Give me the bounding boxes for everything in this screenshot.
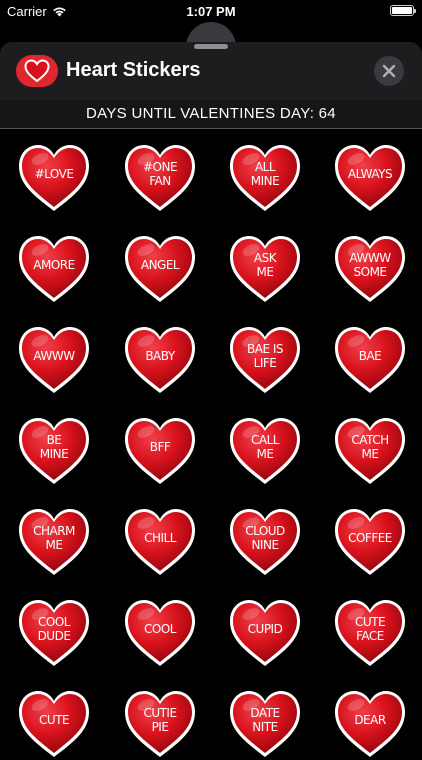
heart-sticker-label: CUPID bbox=[247, 622, 283, 636]
heart-sticker-label: ALL MINE bbox=[250, 160, 280, 188]
heart-sticker-label: ASK ME bbox=[253, 251, 277, 279]
status-bar: Carrier 1:07 PM bbox=[0, 0, 422, 24]
heart-sticker[interactable]: CUTE FACE bbox=[332, 597, 408, 669]
heart-sticker[interactable]: CUTE bbox=[16, 688, 92, 760]
heart-sticker-label: ANGEL bbox=[140, 258, 180, 272]
page-title: Heart Stickers bbox=[66, 59, 201, 81]
heart-sticker-label: CATCH ME bbox=[351, 433, 389, 461]
sheet-header: Heart Stickers bbox=[0, 42, 422, 101]
heart-sticker-label: COFFEE bbox=[348, 531, 392, 545]
heart-sticker-label: #ONE FAN bbox=[142, 160, 178, 188]
heart-sticker-label: BAE IS LIFE bbox=[247, 342, 284, 370]
heart-sticker[interactable]: BAE bbox=[332, 324, 408, 396]
heart-sticker[interactable]: CUPID bbox=[227, 597, 303, 669]
heart-sticker[interactable]: #LOVE bbox=[16, 142, 92, 214]
close-button[interactable] bbox=[374, 56, 404, 86]
heart-sticker[interactable]: AWWW SOME bbox=[332, 233, 408, 305]
heart-sticker[interactable]: AMORE bbox=[16, 233, 92, 305]
heart-sticker[interactable]: CATCH ME bbox=[332, 415, 408, 487]
heart-sticker[interactable]: DEAR bbox=[332, 688, 408, 760]
heart-sticker-label: AMORE bbox=[33, 258, 75, 272]
heart-sticker[interactable]: ALL MINE bbox=[227, 142, 303, 214]
heart-sticker-label: CALL ME bbox=[251, 433, 279, 461]
heart-sticker-label: BAE bbox=[358, 349, 382, 363]
heart-sticker[interactable]: CLOUD NINE bbox=[227, 506, 303, 578]
heart-sticker-label: CUTE FACE bbox=[354, 615, 386, 643]
heart-sticker[interactable]: ASK ME bbox=[227, 233, 303, 305]
heart-sticker[interactable]: DATE NITE bbox=[227, 688, 303, 760]
heart-sticker-label: CUTE bbox=[38, 713, 70, 727]
heart-sticker-label: BFF bbox=[149, 440, 171, 454]
valentines-countdown: DAYS UNTIL VALENTINES DAY: 64 bbox=[0, 100, 422, 129]
heart-sticker[interactable]: ANGEL bbox=[122, 233, 198, 305]
heart-sticker[interactable]: COOL DUDE bbox=[16, 597, 92, 669]
app-icon bbox=[16, 55, 58, 87]
heart-sticker[interactable]: CALL ME bbox=[227, 415, 303, 487]
heart-sticker[interactable]: CHARM ME bbox=[16, 506, 92, 578]
heart-sticker[interactable]: AWWW bbox=[16, 324, 92, 396]
heart-sticker-label: DATE NITE bbox=[250, 706, 280, 734]
heart-sticker[interactable]: CHILL bbox=[122, 506, 198, 578]
heart-sticker[interactable]: #ONE FAN bbox=[122, 142, 198, 214]
sheet-grabber[interactable] bbox=[194, 44, 228, 49]
heart-sticker-label: AWWW bbox=[33, 349, 75, 363]
heart-sticker-label: CHARM ME bbox=[33, 524, 75, 552]
heart-sticker-label: CHILL bbox=[144, 531, 176, 545]
heart-sticker[interactable]: CUTIE PIE bbox=[122, 688, 198, 760]
close-icon bbox=[382, 64, 396, 78]
heart-sticker-label: CUTIE PIE bbox=[143, 706, 177, 734]
heart-icon bbox=[24, 59, 50, 83]
heart-sticker-label: BABY bbox=[145, 349, 175, 363]
heart-sticker[interactable]: BABY bbox=[122, 324, 198, 396]
heart-sticker-label: AWWW SOME bbox=[349, 251, 391, 279]
heart-sticker[interactable]: ALWAYS bbox=[332, 142, 408, 214]
heart-sticker-label: DEAR bbox=[354, 713, 386, 727]
heart-sticker[interactable]: BFF bbox=[122, 415, 198, 487]
heart-sticker-label: COOL DUDE bbox=[37, 615, 71, 643]
heart-sticker[interactable]: BAE IS LIFE bbox=[227, 324, 303, 396]
battery-icon bbox=[390, 5, 416, 16]
heart-sticker-label: COOL bbox=[144, 622, 176, 636]
status-time: 1:07 PM bbox=[186, 4, 236, 19]
heart-sticker[interactable]: COOL bbox=[122, 597, 198, 669]
heart-sticker-label: BE MINE bbox=[39, 433, 69, 461]
heart-sticker-label: CLOUD NINE bbox=[245, 524, 285, 552]
heart-sticker[interactable]: BE MINE bbox=[16, 415, 92, 487]
heart-sticker-label: #LOVE bbox=[34, 167, 74, 181]
heart-sticker[interactable]: COFFEE bbox=[332, 506, 408, 578]
heart-sticker-label: ALWAYS bbox=[347, 167, 393, 181]
